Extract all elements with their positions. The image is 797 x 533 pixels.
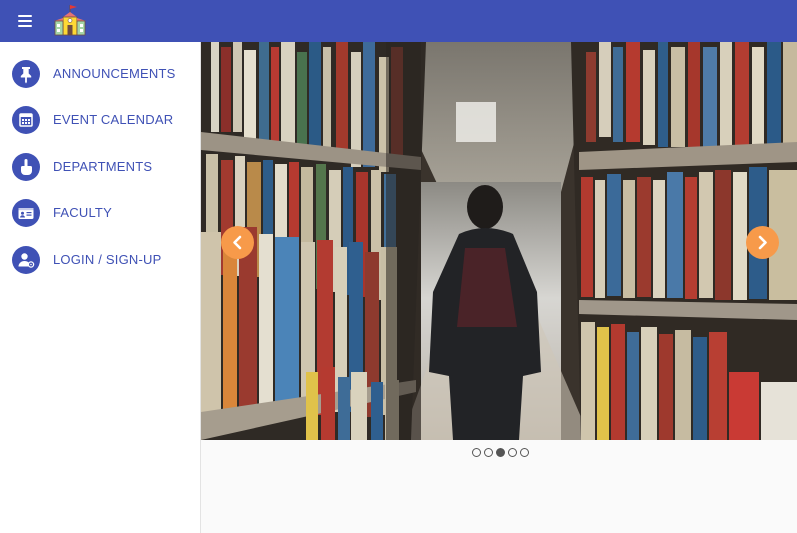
pin-icon [12,60,40,88]
sidebar-item-label: EVENT CALENDAR [53,112,174,127]
chevron-right-icon [758,235,767,250]
user-gear-icon [12,246,40,274]
id-card-icon [12,199,40,227]
sidebar-item-label: LOGIN / SIGN-UP [53,252,162,267]
top-app-bar [0,0,797,42]
carousel-dot[interactable] [520,448,529,457]
carousel-dot-active[interactable] [496,448,505,457]
sidebar-item-label: DEPARTMENTS [53,159,153,174]
carousel-indicator-area [201,440,797,533]
sidebar-nav: ANNOUNCEMENTS EVENT CALENDAR DEPARTMENTS [0,42,201,533]
sidebar-item-faculty[interactable]: FACULTY [0,193,200,233]
chevron-left-icon [233,235,242,250]
sidebar-item-label: ANNOUNCEMENTS [53,66,176,81]
sidebar-item-departments[interactable]: DEPARTMENTS [0,147,200,187]
hamburger-menu-icon[interactable] [18,12,36,30]
carousel-dot[interactable] [472,448,481,457]
carousel-prev-button[interactable] [221,226,254,259]
sidebar-item-announcements[interactable]: ANNOUNCEMENTS [0,54,200,94]
carousel-next-button[interactable] [746,226,779,259]
sidebar-item-label: FACULTY [53,205,112,220]
library-bookshelf-aisle-photo [201,42,797,440]
school-building-icon[interactable] [52,3,90,37]
sidebar-item-event-calendar[interactable]: EVENT CALENDAR [0,100,200,140]
sidebar-item-login-signup[interactable]: LOGIN / SIGN-UP [0,240,200,280]
carousel-dot[interactable] [484,448,493,457]
image-carousel [201,42,797,440]
hand-point-up-icon [12,153,40,181]
calendar-icon [12,106,40,134]
carousel-dot[interactable] [508,448,517,457]
